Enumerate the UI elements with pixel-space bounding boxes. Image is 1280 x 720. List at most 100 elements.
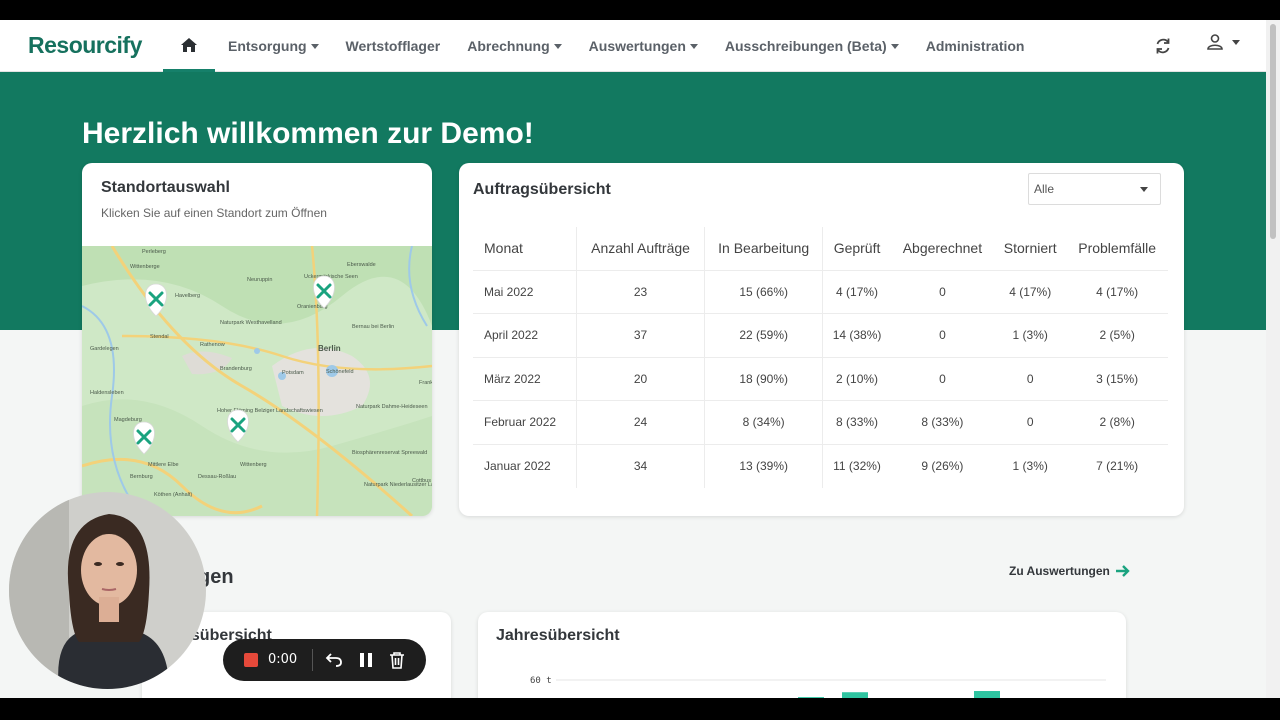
table-cell: 8 (33%): [822, 400, 891, 444]
chevron-down-icon: [1232, 39, 1240, 45]
refresh-button[interactable]: [1153, 36, 1173, 61]
table-cell: 0: [890, 269, 995, 314]
table-header-cell: Monat: [484, 240, 523, 257]
reports-link[interactable]: Zu Auswertungen: [1009, 564, 1131, 578]
year-bar[interactable]: [974, 691, 1000, 698]
table-cell: 22 (59%): [703, 313, 823, 357]
home-tab[interactable]: [163, 20, 215, 72]
year-bar[interactable]: [798, 697, 824, 698]
table-cell: 4 (17%): [1066, 269, 1168, 314]
nav-item-auswertungen[interactable]: Auswertungen: [589, 38, 698, 54]
table-cell: 4 (17%): [822, 269, 891, 314]
table-cell: 18 (90%): [703, 356, 823, 401]
chevron-down-icon: [890, 43, 899, 49]
map-label: Mittlere Elbe: [148, 462, 179, 468]
location-subtitle: Klicken Sie auf einen Standort zum Öffne…: [101, 206, 327, 220]
map-label: Havelberg: [175, 293, 200, 299]
nav-item-abrechnung[interactable]: Abrechnung: [467, 38, 562, 54]
table-row[interactable]: Februar 2022 24 8 (34%) 8 (33%) 8 (33%) 0 2 (8…: [473, 400, 1168, 444]
table-cell: 2 (5%): [1066, 313, 1168, 357]
location-map[interactable]: PerlebergWittenbergeUckermärkische SeenH…: [82, 246, 432, 516]
chevron-down-icon: [689, 43, 698, 49]
location-title: Standortauswahl: [101, 179, 230, 196]
table-header-cell: Storniert: [1003, 240, 1057, 257]
nav-item-label: Auswertungen: [588, 38, 686, 54]
table-cell: Februar 2022: [473, 400, 577, 444]
map-label: Neuruppin: [247, 277, 272, 283]
table-header-cell: In Bearbeitung: [703, 227, 823, 270]
table-cell: Januar 2022: [473, 443, 577, 488]
map-label: Frankfurt (Oder): [419, 380, 432, 386]
pause-icon[interactable]: [359, 652, 373, 668]
table-cell: 0: [994, 356, 1067, 401]
map-label: Perleberg: [142, 249, 166, 255]
table-cell: 34: [576, 443, 705, 488]
page-title: Herzlich willkommen zur Demo!: [82, 117, 534, 150]
scrollbar-thumb[interactable]: [1270, 24, 1276, 239]
user-menu[interactable]: [1206, 33, 1240, 51]
year-chart: 60 t: [530, 676, 1106, 698]
nav-menu: Entsorgung Wertstofflager Abrechnung Auswer…: [228, 20, 1051, 72]
chevron-down-icon: [310, 43, 319, 49]
year-overview-card: Jahresübersicht 60 t: [478, 612, 1126, 698]
table-cell: 0: [994, 400, 1067, 444]
map-label: Naturpark Westhavelland: [220, 320, 282, 326]
map-label: Eberswalde: [347, 262, 376, 268]
reports-link-label: Zu Auswertungen: [1009, 564, 1110, 578]
location-card: Standortauswahl Klicken Sie auf einen St…: [82, 163, 432, 516]
table-cell: 0: [890, 356, 995, 401]
map-label: Magdeburg: [114, 417, 142, 423]
table-cell: 3 (15%): [1066, 356, 1168, 401]
table-cell: Mai 2022: [473, 269, 577, 314]
table-cell: 24: [576, 400, 705, 444]
table-cell: 37: [576, 313, 705, 357]
table-cell: 20: [576, 356, 705, 401]
year-bar[interactable]: [842, 692, 868, 698]
map-label: Stendal: [150, 334, 169, 340]
nav-item-administration[interactable]: Administration: [926, 38, 1025, 54]
trash-icon[interactable]: [389, 652, 405, 669]
table-cell: 2 (8%): [1066, 400, 1168, 444]
table-row[interactable]: April 2022 37 22 (59%) 14 (38%) 0 1 (3%) 2 (5%…: [473, 313, 1168, 357]
map-label: Biosphärenreservat Spreewald: [352, 450, 427, 456]
arrow-right-icon: [1115, 565, 1130, 577]
nav-item-wertstofflager[interactable]: Wertstofflager: [346, 38, 441, 54]
table-cell: 11 (32%): [822, 443, 891, 488]
divider: [312, 649, 313, 671]
table-cell: 13 (39%): [703, 443, 823, 488]
table-header-cell: Geprüft: [822, 227, 891, 270]
undo-icon[interactable]: [325, 652, 343, 668]
order-filter-value: Alle: [1034, 182, 1055, 196]
home-icon: [181, 37, 197, 52]
map-label: Köthen (Anhalt): [154, 492, 192, 498]
table-cell: 7 (21%): [1066, 443, 1168, 488]
nav-item-entsorgung[interactable]: Entsorgung: [228, 38, 319, 54]
map-label: Berlin: [318, 344, 341, 353]
table-cell: 23: [576, 269, 705, 314]
table-row[interactable]: Januar 2022 34 13 (39%) 11 (32%) 9 (26%) 1 (3…: [473, 443, 1168, 488]
webcam-overlay: [9, 492, 206, 689]
order-overview-card: Auftragsübersicht Alle Monat Anzahl Auftr…: [459, 163, 1184, 516]
page-scrollbar[interactable]: [1266, 20, 1280, 698]
table-cell: 8 (34%): [703, 400, 823, 444]
map-label: Rathenow: [200, 342, 225, 348]
table-row[interactable]: März 2022 20 18 (90%) 2 (10%) 0 0 3 (15%): [473, 356, 1168, 401]
logo[interactable]: Resourcify: [28, 32, 142, 59]
order-filter-select[interactable]: Alle: [1028, 173, 1161, 205]
table-row[interactable]: Mai 2022 23 15 (66%) 4 (17%) 0 4 (17%) 4 (17%): [473, 269, 1168, 314]
table-cell: April 2022: [473, 313, 577, 357]
table-header-cell: Anzahl Aufträge: [576, 227, 705, 270]
nav-item-label: Entsorgung: [228, 38, 307, 54]
stop-record-button[interactable]: [244, 653, 258, 667]
map-label: Bernburg: [130, 474, 153, 480]
table-header-row: Monat Anzahl Aufträge In Bearbeitung Geprüf…: [473, 227, 1168, 270]
table-cell: 9 (26%): [890, 443, 995, 488]
map-label: Potsdam: [282, 370, 304, 376]
map-label: Schönefeld: [326, 369, 354, 375]
nav-item-label: Administration: [925, 38, 1025, 54]
y-tick-label: 60 t: [530, 676, 552, 686]
map-label: Bernau bei Berlin: [352, 324, 394, 330]
nav-item-ausschreibungen-beta[interactable]: Ausschreibungen (Beta): [725, 38, 899, 54]
nav-item-label: Ausschreibungen (Beta): [724, 38, 887, 54]
recording-toolbar: 0:00: [223, 639, 426, 681]
